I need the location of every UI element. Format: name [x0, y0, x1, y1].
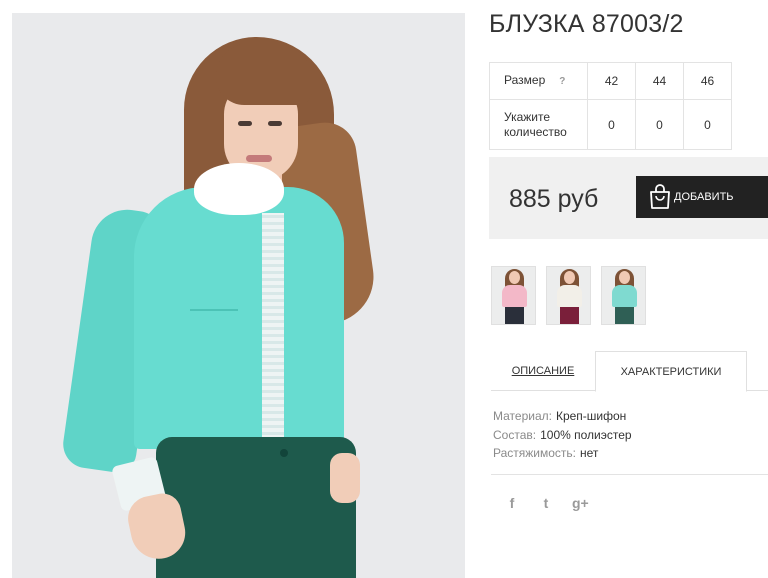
add-to-cart-button[interactable]: ДОБАВИТЬ	[636, 176, 768, 218]
product-price: 885 руб	[509, 185, 599, 213]
thumb-top	[502, 285, 527, 307]
spec-key: Материал:	[493, 409, 552, 423]
size-option-46[interactable]: 46	[683, 62, 732, 100]
spec-value: Креп-шифон	[555, 409, 627, 423]
facebook-icon[interactable]: f	[504, 495, 520, 511]
tab-description[interactable]: ОПИСАНИЕ	[491, 351, 595, 391]
size-label-cell: Размер?	[489, 62, 588, 100]
thumb-face	[564, 271, 575, 284]
quantity-input-44[interactable]: 0	[635, 99, 684, 150]
photo-eye-left	[238, 121, 252, 126]
product-title: БЛУЗКА 87003/2	[489, 10, 684, 38]
variant-thumbnail-mint[interactable]	[601, 266, 646, 325]
spec-value: 100% полиэстер	[540, 427, 632, 442]
spec-row-stretch: Растяжимость: нет	[493, 444, 632, 463]
thumb-pants	[560, 307, 579, 324]
spec-value: нет	[580, 446, 599, 460]
photo-pocket	[190, 309, 238, 323]
size-option-44[interactable]: 44	[635, 62, 684, 100]
price-bar: 885 руб ДОБАВИТЬ	[489, 157, 768, 239]
photo-pants-button	[280, 449, 288, 457]
product-tabs: ОПИСАНИЕ ХАРАКТЕРИСТИКИ	[491, 351, 768, 392]
shopping-bag-icon	[650, 184, 670, 209]
product-photo[interactable]	[12, 13, 465, 578]
variant-thumbnail-pink[interactable]	[491, 266, 536, 325]
size-quantity-table: Размер? 42 44 46 Укажите количество 0 0 …	[489, 62, 732, 150]
quantity-row: Укажите количество 0 0 0	[489, 99, 732, 150]
thumb-top	[557, 285, 582, 307]
size-label: Размер	[504, 73, 546, 87]
social-share: f t g+	[504, 495, 589, 511]
specifications-list: Материал: Креп-шифон Состав: 100% полиэсте…	[493, 407, 632, 463]
thumb-top	[612, 285, 637, 307]
spec-row-composition: Состав: 100% полиэстер	[493, 426, 632, 445]
thumb-pants	[505, 307, 524, 324]
photo-collar	[194, 163, 284, 215]
photo-fringe	[216, 43, 312, 105]
photo-lips	[246, 155, 272, 162]
photo-lace-trim	[262, 213, 284, 439]
twitter-icon[interactable]: t	[538, 495, 554, 511]
divider	[491, 474, 768, 475]
quantity-input-42[interactable]: 0	[587, 99, 636, 150]
quantity-label: Укажите количество	[489, 99, 588, 150]
photo-blouse	[134, 187, 344, 449]
photo-hand-right	[330, 453, 360, 503]
photo-pants	[156, 437, 356, 578]
thumb-face	[619, 271, 630, 284]
quantity-input-46[interactable]: 0	[683, 99, 732, 150]
spec-key: Растяжимость:	[493, 446, 577, 460]
size-option-42[interactable]: 42	[587, 62, 636, 100]
spec-key: Состав:	[493, 427, 537, 442]
color-variants	[491, 266, 646, 325]
spec-row-material: Материал: Креп-шифон	[493, 407, 632, 426]
tab-specifications[interactable]: ХАРАКТЕРИСТИКИ	[595, 351, 747, 392]
size-row: Размер? 42 44 46	[489, 62, 732, 100]
thumb-face	[509, 271, 520, 284]
thumb-pants	[615, 307, 634, 324]
add-to-cart-label: ДОБАВИТЬ	[674, 191, 734, 203]
google-plus-icon[interactable]: g+	[572, 495, 589, 511]
help-icon[interactable]: ?	[559, 74, 565, 89]
variant-thumbnail-white[interactable]	[546, 266, 591, 325]
photo-eye-right	[268, 121, 282, 126]
